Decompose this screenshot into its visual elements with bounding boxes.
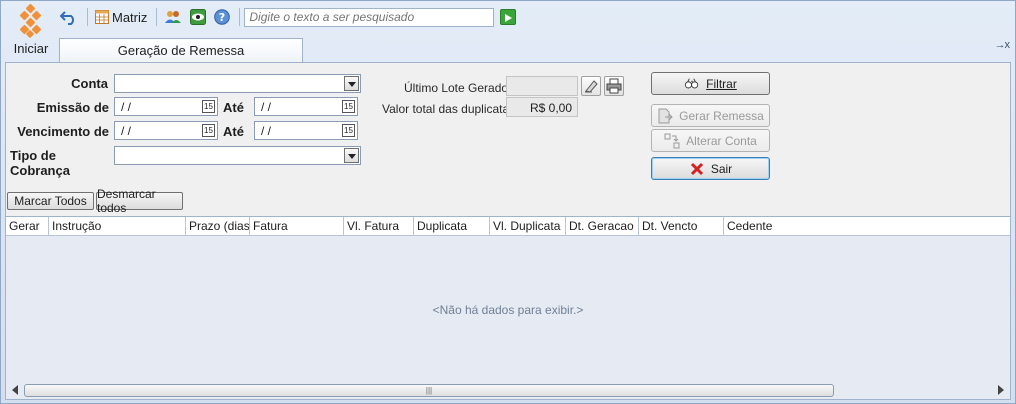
desmarcar-todos-button[interactable]: Desmarcar todos	[96, 187, 183, 215]
column-header-prazo[interactable]: Prazo (dias)	[186, 217, 250, 236]
valor-total-value: R$ 0,00	[506, 97, 578, 117]
users-button[interactable]	[161, 7, 185, 27]
vencimento-de-field[interactable]: / / 15	[114, 121, 218, 140]
ultimo-lote-value	[506, 76, 578, 96]
document-export-icon	[657, 108, 673, 124]
undo-button[interactable]	[57, 7, 81, 27]
filter-icon	[684, 76, 700, 92]
vencimento-ate-value: / /	[261, 124, 272, 138]
column-header-duplicata[interactable]: Duplicata	[414, 217, 490, 236]
tab-geracao-remessa[interactable]: Geração de Remessa	[59, 38, 303, 63]
filtrar-button[interactable]: Filtrar	[651, 72, 770, 95]
valor-total-label: Valor total das duplicatas	[382, 102, 516, 116]
eye-icon	[190, 9, 207, 25]
vencimento-ate-field[interactable]: / / 15	[254, 121, 358, 140]
alterar-conta-button[interactable]: Alterar Conta	[651, 129, 770, 152]
close-tab-icon[interactable]: →x	[995, 39, 1010, 51]
view-button[interactable]	[187, 7, 209, 27]
column-header-instrucao[interactable]: Instrução	[49, 217, 186, 236]
start-button[interactable]: Iniciar	[11, 3, 51, 59]
app-logo-icon	[17, 3, 45, 39]
calendar-icon[interactable]: 15	[342, 124, 355, 137]
emissao-ate-field[interactable]: / / 15	[254, 97, 358, 116]
gerar-remessa-label: Gerar Remessa	[679, 108, 764, 123]
emissao-ate-value: / /	[261, 100, 272, 114]
close-x-icon	[689, 161, 705, 177]
conta-label: Conta	[71, 76, 108, 91]
vencimento-de-value: / /	[121, 124, 132, 138]
vencimento-ate-label: Até	[223, 124, 244, 139]
column-header-fatura[interactable]: Fatura	[250, 217, 344, 236]
emissao-ate-label: Até	[223, 100, 244, 115]
column-header-vl-fatura[interactable]: Vl. Fatura	[344, 217, 414, 236]
column-header-dt-vencto[interactable]: Dt. Vencto	[639, 217, 724, 236]
grid-header: Gerar Instrução Prazo (dias) Fatura Vl. …	[6, 217, 1010, 236]
calendar-icon[interactable]: 15	[202, 100, 215, 113]
emissao-label: Emissão de	[36, 100, 109, 115]
chevron-down-icon[interactable]	[344, 148, 359, 163]
conta-select[interactable]	[114, 74, 361, 93]
column-header-dt-geracao[interactable]: Dt. Geracao	[566, 217, 639, 236]
users-icon	[165, 11, 182, 23]
search-go-icon[interactable]	[500, 9, 517, 25]
column-header-gerar[interactable]: Gerar	[6, 217, 49, 236]
scroll-thumb[interactable]: |||	[24, 384, 834, 397]
print-lote-button[interactable]	[604, 76, 624, 96]
eraser-icon	[585, 80, 598, 93]
tipo-cobranca-select[interactable]	[114, 146, 361, 165]
gerar-remessa-button[interactable]: Gerar Remessa	[651, 104, 770, 127]
toolbar-separator	[87, 8, 88, 26]
calendar-grid-icon	[95, 10, 109, 24]
toolbar-separator	[239, 8, 241, 26]
undo-icon	[60, 11, 74, 25]
vencimento-label: Vencimento de	[17, 124, 109, 139]
column-header-cedente[interactable]: Cedente	[724, 217, 1010, 236]
horizontal-scrollbar[interactable]: |||	[6, 382, 1010, 399]
search-input[interactable]	[244, 7, 495, 27]
toolbar-separator	[156, 8, 158, 26]
scroll-left-icon[interactable]	[12, 385, 18, 395]
filtrar-label: Filtrar	[706, 76, 737, 91]
emissao-de-field[interactable]: / / 15	[114, 97, 218, 116]
app-window: Iniciar Matriz ? Digite o texto a ser pe…	[0, 0, 1016, 404]
chevron-down-icon[interactable]	[344, 76, 359, 91]
edit-lote-button[interactable]	[581, 76, 601, 96]
sair-button[interactable]: Sair	[651, 157, 770, 180]
swap-icon	[664, 133, 680, 149]
scroll-right-icon[interactable]	[998, 385, 1004, 395]
duplicatas-grid: Gerar Instrução Prazo (dias) Fatura Vl. …	[6, 216, 1010, 399]
help-button[interactable]: ?	[211, 7, 233, 27]
start-label: Iniciar	[13, 41, 49, 56]
alterar-conta-label: Alterar Conta	[686, 133, 757, 148]
remessa-panel: Conta Emissão de / / 15 Até / / 15 Venci…	[5, 62, 1011, 400]
ultimo-lote-label: Último Lote Gerado	[404, 81, 509, 95]
grid-empty-message: <Não há dados para exibir.>	[432, 303, 584, 317]
main-toolbar: Matriz ?	[57, 6, 517, 28]
sair-label: Sair	[710, 161, 733, 176]
printer-icon	[606, 78, 622, 94]
tipo-cobranca-label: Tipo de Cobrança	[10, 148, 70, 178]
calendar-icon[interactable]: 15	[342, 100, 355, 113]
column-header-vl-duplicata[interactable]: Vl. Duplicata	[490, 217, 566, 236]
matriz-label: Matriz	[112, 9, 148, 25]
marcar-todos-button[interactable]: Marcar Todos	[7, 192, 94, 210]
help-icon: ?	[214, 9, 231, 25]
matriz-button[interactable]: Matriz	[92, 7, 150, 27]
emissao-de-value: / /	[121, 100, 132, 114]
calendar-icon[interactable]: 15	[202, 124, 215, 137]
svg-text:?: ?	[219, 11, 225, 24]
